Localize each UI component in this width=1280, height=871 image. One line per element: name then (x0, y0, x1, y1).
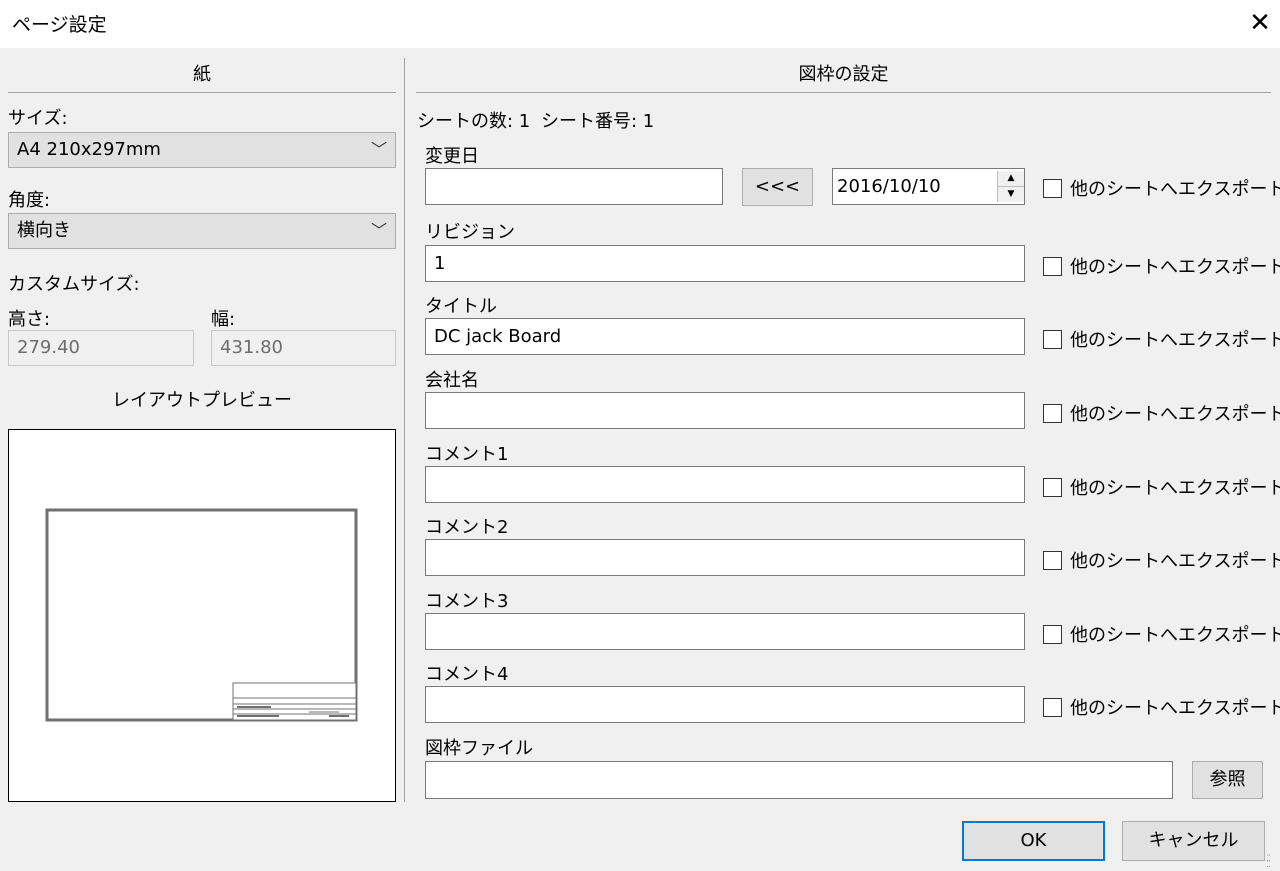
chevron-down-icon: ﹀ (370, 140, 387, 159)
revision-input[interactable]: 1 (425, 245, 1025, 282)
preview-drawing (45, 508, 358, 722)
spin-down-icon[interactable]: ▼ (998, 187, 1024, 203)
export-comment3-checkbox[interactable]: 他のシートへエクスポート (1043, 621, 1280, 647)
width-label: 幅: (211, 309, 236, 330)
orientation-label: 角度: (8, 190, 51, 211)
width-input: 431.80 (211, 330, 396, 366)
layout-preview (8, 429, 396, 802)
checkbox-icon[interactable] (1043, 478, 1062, 497)
export-label: 他のシートへエクスポート (1070, 478, 1280, 499)
title-bar (0, 0, 1280, 48)
checkbox-icon[interactable] (1043, 330, 1062, 349)
paper-size-select[interactable]: A4 210x297mm ﹀ (8, 132, 396, 168)
title-label: タイトル (425, 296, 497, 317)
checkbox-icon[interactable] (1043, 551, 1062, 570)
company-label: 会社名 (425, 370, 479, 391)
comment1-input[interactable] (425, 466, 1025, 503)
checkbox-icon[interactable] (1043, 257, 1062, 276)
spin-up-icon[interactable]: ▲ (998, 171, 1024, 187)
checkbox-icon[interactable] (1043, 179, 1062, 198)
copy-date-button[interactable]: <<< (742, 168, 813, 206)
export-label: 他のシートへエクスポート (1070, 625, 1280, 646)
export-comment2-checkbox[interactable]: 他のシートへエクスポート (1043, 547, 1280, 573)
orientation-value: 横向き (17, 220, 71, 241)
company-input[interactable] (425, 392, 1025, 429)
checkbox-icon[interactable] (1043, 625, 1062, 644)
comment4-label: コメント4 (425, 664, 509, 685)
checkbox-icon[interactable] (1043, 698, 1062, 717)
export-revision-checkbox[interactable]: 他のシートへエクスポート (1043, 253, 1280, 279)
export-label: 他のシートへエクスポート (1070, 698, 1280, 719)
comment3-label: コメント3 (425, 591, 509, 612)
sheet-number: シート番号: 1 (541, 111, 655, 132)
preview-label: レイアウトプレビュー (112, 390, 292, 411)
panel-separator (404, 58, 405, 802)
custom-size-label: カスタムサイズ: (8, 274, 140, 295)
comment1-label: コメント1 (425, 444, 509, 465)
size-label: サイズ: (8, 108, 68, 129)
paper-size-value: A4 210x297mm (17, 139, 161, 160)
date-label: 変更日 (425, 146, 479, 167)
checkbox-icon[interactable] (1043, 404, 1062, 423)
revision-label: リビジョン (425, 222, 515, 243)
frame-file-label: 図枠ファイル (425, 738, 533, 759)
close-icon[interactable]: ✕ (1240, 4, 1280, 44)
paper-heading: 紙 (193, 64, 211, 85)
title-input[interactable]: DC jack Board (425, 318, 1025, 355)
export-label: 他のシートへエクスポート (1070, 404, 1280, 425)
export-label: 他のシートへエクスポート (1070, 257, 1280, 278)
frame-heading: 図枠の設定 (798, 64, 889, 85)
window-title: ページ設定 (12, 14, 107, 36)
export-comment1-checkbox[interactable]: 他のシートへエクスポート (1043, 474, 1280, 500)
comment3-input[interactable] (425, 613, 1025, 650)
frame-divider (416, 92, 1271, 93)
ok-button[interactable]: OK (962, 821, 1105, 861)
chevron-down-icon: ﹀ (370, 221, 387, 240)
cancel-button[interactable]: キャンセル (1122, 821, 1265, 861)
date-input[interactable] (425, 168, 723, 205)
export-label: 他のシートへエクスポート (1070, 551, 1280, 572)
date-spinner[interactable]: ▲ ▼ (997, 171, 1024, 202)
export-company-checkbox[interactable]: 他のシートへエクスポート (1043, 400, 1280, 426)
date-picker-value: 2016/10/10 (837, 176, 941, 197)
comment2-label: コメント2 (425, 517, 509, 538)
orientation-select[interactable]: 横向き ﹀ (8, 213, 396, 249)
export-label: 他のシートへエクスポート (1070, 330, 1280, 351)
height-input: 279.40 (8, 330, 194, 366)
resize-grip-icon[interactable]: ⁚⁚ ⁚⁚ (1266, 855, 1278, 870)
browse-button[interactable]: 参照 (1192, 761, 1263, 799)
frame-file-input[interactable] (425, 761, 1173, 799)
sheet-count: シートの数: 1 (417, 111, 531, 132)
height-label: 高さ: (8, 309, 51, 330)
export-label: 他のシートへエクスポート (1070, 179, 1280, 200)
comment4-input[interactable] (425, 686, 1025, 723)
paper-divider (8, 92, 396, 93)
date-picker[interactable]: 2016/10/10 ▲ ▼ (832, 168, 1025, 205)
comment2-input[interactable] (425, 539, 1025, 576)
export-date-checkbox[interactable]: 他のシートへエクスポート (1043, 175, 1280, 201)
export-comment4-checkbox[interactable]: 他のシートへエクスポート (1043, 694, 1280, 720)
export-title-checkbox[interactable]: 他のシートへエクスポート (1043, 326, 1280, 352)
